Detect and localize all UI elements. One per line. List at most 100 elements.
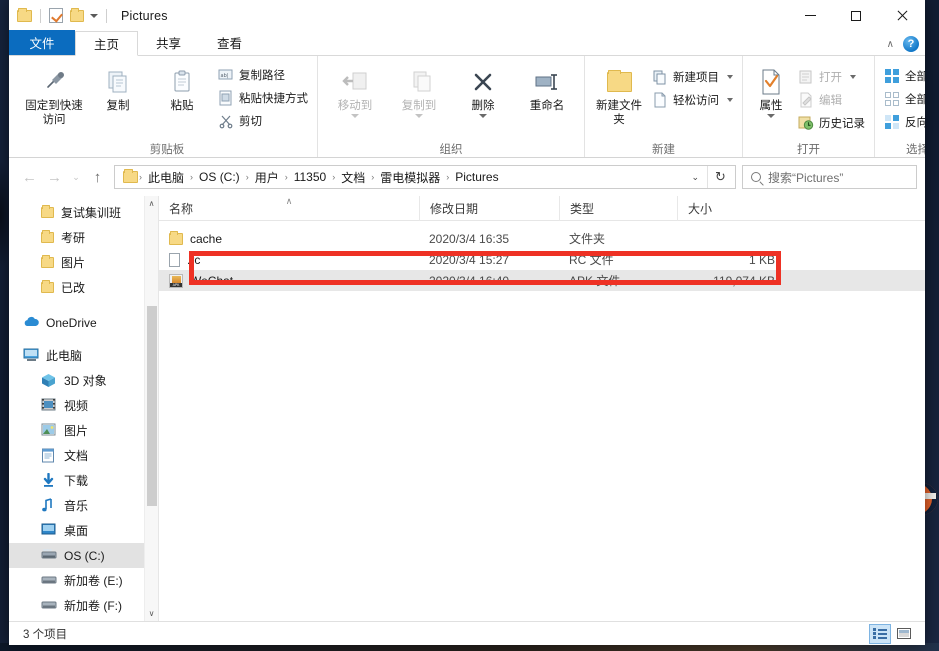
large-icons-view-button[interactable] [893, 624, 915, 644]
nav-item-desktop[interactable]: 桌面 [9, 518, 158, 543]
nav-item-downloads[interactable]: 下载 [9, 468, 158, 493]
nav-item-os-c[interactable]: OS (C:) [9, 543, 158, 568]
scroll-down-arrow[interactable]: ∨ [145, 606, 158, 621]
table-row[interactable]: WeChat 2020/3/4 16:40 APK 文件 119,074 KB [159, 270, 925, 291]
tab-home[interactable]: 主页 [75, 31, 139, 56]
nav-item-3d-objects[interactable]: 3D 对象 [9, 368, 158, 393]
back-button[interactable]: ← [17, 164, 42, 190]
nav-item-this-pc[interactable]: 此电脑 [9, 343, 158, 368]
nav-item-documents[interactable]: 文档 [9, 443, 158, 468]
chevron-down-icon[interactable] [415, 114, 423, 119]
column-header-type[interactable]: 类型 [559, 195, 677, 221]
open-small-buttons: 打开 编辑 历史记录 [795, 60, 868, 133]
address-bar[interactable]: › 此电脑 › OS (C:) › 用户 › 11350 › 文档 › 雷电模拟… [114, 165, 736, 189]
help-icon[interactable]: ? [903, 36, 919, 52]
select-all-button[interactable]: 全部选择 [881, 65, 925, 86]
column-header-size[interactable]: 大小 [677, 195, 787, 221]
nav-item-pictures[interactable]: 图片 [9, 418, 158, 443]
paste-button[interactable]: 粘贴 [151, 60, 213, 113]
address-dropdown-icon[interactable]: ⌄ [683, 172, 707, 183]
rename-button[interactable]: 重命名 [516, 60, 578, 113]
column-header-date[interactable]: 修改日期 [419, 195, 559, 221]
ribbon-tabs: 文件 主页 共享 查看 ∧ ? [9, 30, 925, 56]
nav-item-pictures-fav[interactable]: 图片 [9, 250, 158, 275]
nav-item-onedrive[interactable]: OneDrive [9, 310, 158, 335]
file-size-cell [677, 228, 787, 249]
history-label: 历史记录 [819, 117, 865, 130]
search-input[interactable]: 搜索“Pictures” [768, 169, 843, 186]
breadcrumb-item-users[interactable]: 用户 [250, 169, 284, 186]
chevron-down-icon[interactable] [90, 13, 98, 18]
select-none-button[interactable]: 全部取消 [881, 88, 925, 109]
table-row[interactable]: .rc 2020/3/4 15:27 RC 文件 1 KB [159, 249, 925, 270]
select-all-icon [884, 68, 900, 84]
cut-button[interactable]: 剪切 [215, 110, 311, 131]
minimize-button[interactable] [787, 0, 833, 31]
breadcrumb-item-this-pc[interactable]: 此电脑 [143, 169, 189, 186]
edit-button[interactable]: 编辑 [795, 89, 868, 110]
collapse-ribbon-icon[interactable]: ∧ [887, 39, 894, 50]
pin-icon [41, 65, 67, 99]
details-view-button[interactable] [869, 623, 891, 644]
select-none-label: 全部取消 [905, 93, 925, 106]
file-name-cell: .rc [159, 249, 419, 270]
new-item-button[interactable]: 新建项目 [649, 66, 736, 87]
table-row[interactable]: cache 2020/3/4 16:35 文件夹 [159, 228, 925, 249]
quick-access-toolbar[interactable] [9, 7, 111, 23]
nav-item-kaoyan[interactable]: 考研 [9, 225, 158, 250]
column-header-name[interactable]: 名称 ∧ [159, 196, 419, 221]
chevron-down-icon[interactable] [479, 114, 487, 119]
breadcrumb-item-ldplayer[interactable]: 雷电模拟器 [375, 169, 445, 186]
scrollbar-thumb[interactable] [147, 306, 157, 506]
delete-button[interactable]: 删除 [452, 60, 514, 119]
copy-to-icon [405, 65, 433, 99]
scroll-up-arrow[interactable]: ∧ [145, 196, 158, 211]
details-view-icon [873, 628, 887, 639]
open-button[interactable]: 打开 [795, 66, 868, 87]
invert-selection-button[interactable]: 反向选择 [881, 111, 925, 132]
new-folder-button[interactable]: 新建文件夹 [591, 60, 647, 128]
navigation-scrollbar[interactable]: ∧ ∨ [144, 196, 158, 621]
nav-item-volume-e[interactable]: 新加卷 (E:) [9, 568, 158, 593]
chevron-down-icon[interactable] [767, 114, 775, 119]
status-bar: 3 个项目 [9, 621, 925, 645]
chevron-down-icon[interactable] [727, 97, 733, 102]
pin-to-quick-access-button[interactable]: 固定到快速访问 [23, 60, 85, 128]
forward-button[interactable]: → [42, 164, 67, 190]
recent-locations-button[interactable]: ⌄ [67, 164, 85, 190]
drive-icon [41, 548, 57, 564]
close-button[interactable] [879, 0, 925, 31]
copy-button[interactable]: 复制 [87, 60, 149, 113]
tab-view[interactable]: 查看 [199, 30, 261, 55]
move-to-button[interactable]: 移动到 [324, 60, 386, 119]
nav-item-music[interactable]: 音乐 [9, 493, 158, 518]
chevron-down-icon[interactable] [727, 74, 733, 79]
chevron-down-icon[interactable] [850, 74, 856, 79]
breadcrumb-item-11350[interactable]: 11350 [289, 170, 331, 184]
refresh-button[interactable]: ↻ [707, 166, 733, 188]
nav-item-edited[interactable]: 已改 [9, 275, 158, 300]
search-box[interactable]: 搜索“Pictures” [742, 165, 917, 189]
nav-item-fushi[interactable]: 复试集训班 [9, 200, 158, 225]
invert-selection-label: 反向选择 [905, 116, 925, 129]
nav-item-volume-f[interactable]: 新加卷 (F:) [9, 593, 158, 618]
chevron-down-icon[interactable] [351, 114, 359, 119]
maximize-button[interactable] [833, 0, 879, 31]
up-button[interactable]: ↑ [85, 164, 110, 190]
properties-quick-icon[interactable] [49, 8, 63, 23]
breadcrumb-item-documents[interactable]: 文档 [336, 169, 370, 186]
copy-path-button[interactable]: ab| 复制路径 [215, 64, 311, 85]
nav-item-videos[interactable]: 视频 [9, 393, 158, 418]
tab-share[interactable]: 共享 [138, 30, 200, 55]
easy-access-button[interactable]: 轻松访问 [649, 89, 736, 110]
paste-shortcut-button[interactable]: 粘贴快捷方式 [215, 87, 311, 108]
breadcrumb-item-os-c[interactable]: OS (C:) [194, 170, 245, 184]
new-folder-quick-icon[interactable] [70, 7, 84, 22]
properties-button[interactable]: 属性 [749, 60, 793, 119]
divider [40, 8, 41, 23]
copy-to-button[interactable]: 复制到 [388, 60, 450, 119]
breadcrumb-item-pictures[interactable]: Pictures [450, 170, 503, 184]
copy-path-label: 复制路径 [239, 69, 285, 82]
history-button[interactable]: 历史记录 [795, 112, 868, 133]
tab-file[interactable]: 文件 [9, 30, 75, 55]
